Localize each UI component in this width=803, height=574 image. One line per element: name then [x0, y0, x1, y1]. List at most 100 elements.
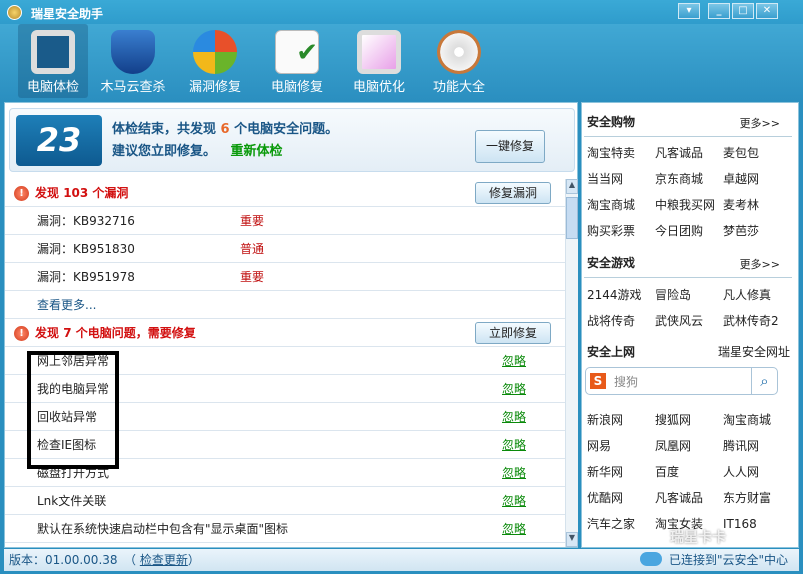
problem-row[interactable]: Lnk文件关联 忽略: [5, 487, 565, 515]
link[interactable]: 卓越网: [723, 166, 793, 192]
vuln-name: 漏洞：KB932716: [37, 214, 135, 228]
link[interactable]: 武侠风云: [655, 308, 723, 334]
vuln-row[interactable]: 漏洞：KB932716 重要: [5, 207, 565, 235]
vuln-level: 重要: [240, 270, 265, 284]
link[interactable]: IT168: [723, 511, 793, 537]
version-text: 版本：01.00.00.38: [9, 553, 118, 567]
link[interactable]: 搜狐网: [655, 407, 723, 433]
link[interactable]: 腾讯网: [723, 433, 793, 459]
ignore-link[interactable]: 忽略: [502, 459, 526, 487]
tab-label: 电脑优化: [352, 80, 405, 95]
games-links: 2144游戏 冒险岛 凡人修真 战将传奇 武侠风云 武林传奇2: [587, 282, 793, 334]
link[interactable]: 优酷网: [587, 485, 655, 511]
vuln-name: 漏洞：KB951978: [37, 270, 135, 284]
link[interactable]: 汽车之家: [587, 511, 655, 537]
ignore-link[interactable]: 忽略: [502, 347, 526, 375]
divider: [584, 277, 792, 278]
link[interactable]: 2144游戏: [587, 282, 655, 308]
ignore-link[interactable]: 忽略: [502, 431, 526, 459]
summary-line2: 建议您立即修复。: [112, 144, 217, 159]
link[interactable]: 麦考林: [723, 192, 793, 218]
ignore-link[interactable]: 忽略: [502, 375, 526, 403]
link[interactable]: 凡客诚品: [655, 140, 723, 166]
link[interactable]: 网易: [587, 433, 655, 459]
link[interactable]: 东方财富: [723, 485, 793, 511]
scroll-down-arrow-icon[interactable]: ▼: [566, 532, 578, 547]
link[interactable]: 冒险岛: [655, 282, 723, 308]
menu-button[interactable]: ▾: [678, 3, 700, 19]
link[interactable]: 中粮我买网: [655, 192, 723, 218]
main-toolbar: 电脑体检 木马云查杀 漏洞修复 ✔ 电脑修复 电脑优化 功能大全: [0, 24, 803, 100]
scroll-up-arrow-icon[interactable]: ▲: [566, 179, 578, 194]
link[interactable]: 百度: [655, 459, 723, 485]
link[interactable]: 购买彩票: [587, 218, 655, 244]
vuln-row[interactable]: 漏洞：KB951978 重要: [5, 263, 565, 291]
link[interactable]: 淘宝商城: [587, 192, 655, 218]
fix-now-button[interactable]: 立即修复: [475, 322, 551, 344]
search-input[interactable]: 搜狗: [614, 373, 638, 390]
title-bar: 瑞星安全助手 ▾ _ □ ✕: [0, 0, 803, 24]
search-box[interactable]: S 搜狗 ⌕: [585, 367, 778, 395]
link[interactable]: 武林传奇2: [723, 308, 793, 334]
link[interactable]: 淘宝特卖: [587, 140, 655, 166]
vuln-header: ! 发现 103 个漏洞 修复漏洞: [5, 179, 565, 207]
games-more-link[interactable]: 更多>>: [740, 256, 780, 272]
problem-row[interactable]: 默认在系统快速启动栏中包含有"显示桌面"图标 忽略: [5, 515, 565, 543]
maximize-button[interactable]: □: [732, 3, 754, 19]
tab-trojan-scan[interactable]: 木马云查杀: [97, 24, 169, 98]
sogou-logo-icon: S: [590, 373, 606, 389]
vuln-level: 普通: [240, 242, 265, 256]
vuln-title-end: 个漏洞: [88, 186, 129, 200]
tab-label: 漏洞修复: [188, 80, 241, 95]
link[interactable]: 淘宝商城: [723, 407, 793, 433]
link[interactable]: 梦芭莎: [723, 218, 793, 244]
shopping-more-link[interactable]: 更多>>: [740, 115, 780, 131]
ignore-link[interactable]: 忽略: [502, 403, 526, 431]
fix-all-button[interactable]: 一键修复: [475, 130, 545, 163]
tab-vuln-fix[interactable]: 漏洞修复: [180, 24, 250, 98]
link[interactable]: 凡客诚品: [655, 485, 723, 511]
minimize-button[interactable]: _: [708, 3, 730, 19]
scrollbar-thumb[interactable]: [566, 197, 578, 239]
scan-summary: 23 体检结束，共发现 6 个电脑安全问题。 建议您立即修复。 重新体检 一键修…: [9, 108, 575, 172]
vuln-row[interactable]: 漏洞：KB951830 普通: [5, 235, 565, 263]
tab-pc-optimize[interactable]: 电脑优化: [344, 24, 414, 98]
ignore-link[interactable]: 忽略: [502, 515, 526, 543]
recheck-link[interactable]: 重新体检: [231, 144, 283, 159]
summary-line1-end: 个电脑安全问题。: [229, 122, 339, 137]
link[interactable]: 战将传奇: [587, 308, 655, 334]
link[interactable]: 麦包包: [723, 140, 793, 166]
tab-health-check[interactable]: 电脑体检: [18, 24, 88, 98]
link[interactable]: 今日团购: [655, 218, 723, 244]
link[interactable]: 人人网: [723, 459, 793, 485]
window-title: 瑞星安全助手: [31, 7, 104, 21]
view-more-link[interactable]: 查看更多...: [5, 291, 565, 319]
tab-label: 电脑修复: [270, 80, 323, 95]
link[interactable]: 新华网: [587, 459, 655, 485]
monitor-pulse-icon: [31, 30, 75, 74]
vuln-count: 103: [63, 186, 89, 200]
close-button[interactable]: ✕: [756, 3, 778, 19]
link[interactable]: 凡人修真: [723, 282, 793, 308]
windows-update-icon: [193, 30, 237, 74]
scrollbar[interactable]: ▲ ▼: [565, 179, 578, 547]
problems-count: 7: [63, 326, 72, 340]
link[interactable]: 新浪网: [587, 407, 655, 433]
ignore-link[interactable]: 忽略: [502, 487, 526, 515]
link[interactable]: 凤凰网: [655, 433, 723, 459]
tab-pc-repair[interactable]: ✔ 电脑修复: [262, 24, 332, 98]
fix-vulns-button[interactable]: 修复漏洞: [475, 182, 551, 204]
safe-sites-link[interactable]: 瑞星安全网址: [718, 343, 790, 360]
warning-icon: !: [14, 186, 29, 201]
search-icon[interactable]: ⌕: [751, 368, 777, 394]
link[interactable]: 当当网: [587, 166, 655, 192]
summary-text: 体检结束，共发现 6 个电脑安全问题。 建议您立即修复。 重新体检: [112, 119, 338, 163]
problem-name: Lnk文件关联: [37, 494, 107, 508]
vuln-level: 重要: [240, 214, 265, 228]
warning-icon: !: [14, 326, 29, 341]
link[interactable]: 京东商城: [655, 166, 723, 192]
tab-all-features[interactable]: 功能大全: [424, 24, 494, 98]
highlight-box: [27, 351, 119, 469]
web-links: 新浪网 搜狐网 淘宝商城 网易 凤凰网 腾讯网 新华网 百度 人人网 优酷网 凡客诚品 东方财富…: [587, 407, 793, 537]
check-update-link[interactable]: 检查更新: [140, 553, 188, 567]
